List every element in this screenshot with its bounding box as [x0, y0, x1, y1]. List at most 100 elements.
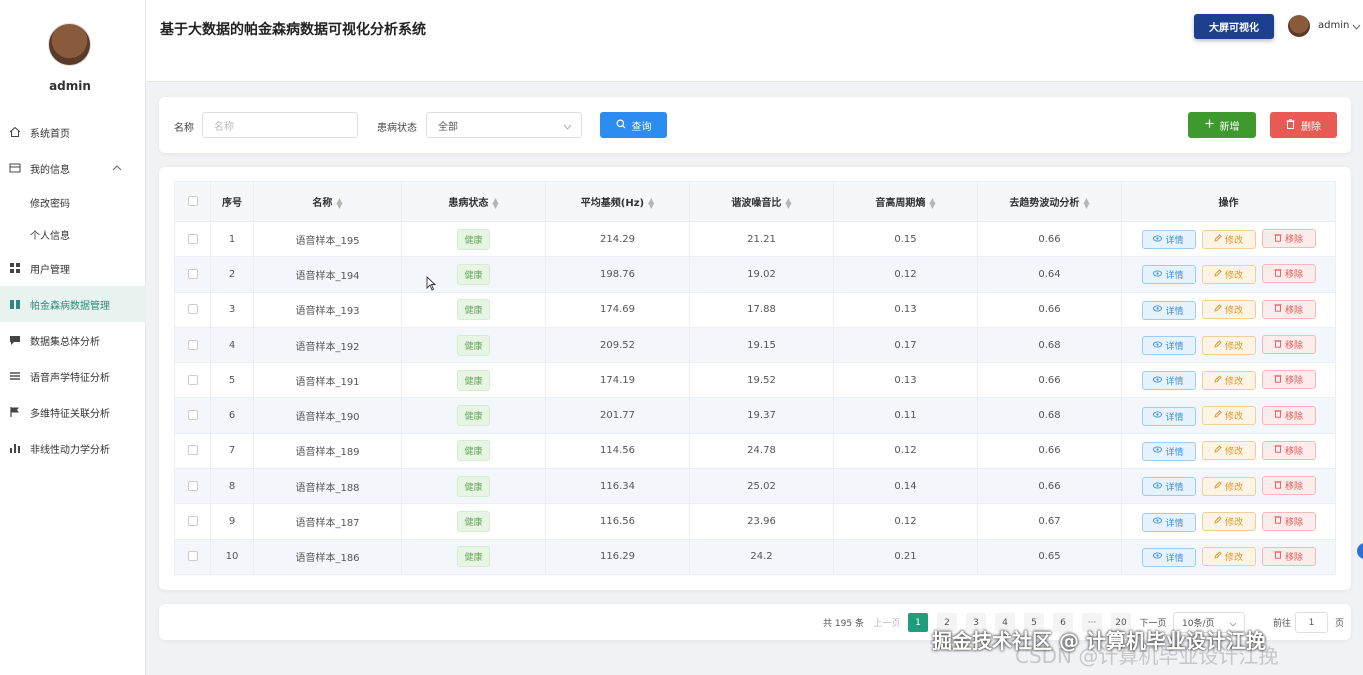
- sort-icon[interactable]: ▲ ▼: [929, 197, 935, 210]
- detail-button[interactable]: 详情: [1141, 477, 1196, 497]
- sidebar-item-change-password[interactable]: 修改密码: [0, 186, 146, 218]
- detail-label: 详情: [1165, 377, 1184, 388]
- cell-name: 语音样本_187: [253, 503, 402, 540]
- remove-button[interactable]: 移除: [1261, 405, 1316, 425]
- col-header-f0[interactable]: 平均基频(Hz) ▲ ▼: [545, 181, 690, 222]
- table-row[interactable]: 7 语音样本_189 健康 114.56 24.78 0.12 0.66 详情 修改 移除: [174, 432, 1336, 470]
- sidebar-item-nonlinear-analysis[interactable]: 非线性动力学分析: [0, 430, 146, 466]
- cell-status: 健康: [401, 397, 546, 434]
- sidebar-item-dataset-analysis[interactable]: 数据集总体分析: [0, 322, 146, 358]
- sidebar-item-personal-info[interactable]: 个人信息: [0, 218, 146, 250]
- header-avatar[interactable]: [1288, 15, 1310, 37]
- prev-page-button[interactable]: 上一页: [872, 613, 902, 632]
- table-row[interactable]: 8 语音样本_188 健康 116.34 25.02 0.14 0.66 详情 修改 移除: [174, 468, 1336, 505]
- row-checkbox[interactable]: [187, 410, 198, 421]
- status-select[interactable]: 全部: [426, 112, 582, 138]
- col-header-dfa[interactable]: 去趋势波动分析 ▲ ▼: [977, 181, 1122, 222]
- row-checkbox[interactable]: [187, 516, 198, 527]
- table-row[interactable]: 2 语音样本_194 健康 198.76 19.02 0.12 0.64 详情 修改 移除: [174, 256, 1336, 293]
- cell-ppe: 0.13: [833, 362, 978, 399]
- sidebar-item-correlation-analysis[interactable]: 多维特征关联分析: [0, 394, 146, 430]
- eye-icon: [1153, 305, 1163, 315]
- detail-button[interactable]: 详情: [1141, 406, 1196, 426]
- edit-button[interactable]: 修改: [1201, 264, 1256, 284]
- sidebar-item-parkinson-data[interactable]: 帕金森病数据管理: [0, 286, 146, 322]
- detail-button[interactable]: 详情: [1141, 441, 1196, 461]
- cell-actions: 详情 修改 移除: [1121, 362, 1336, 399]
- chevron-up-icon: [112, 163, 122, 174]
- add-button[interactable]: 新增: [1188, 112, 1256, 138]
- row-checkbox[interactable]: [187, 304, 198, 315]
- edit-button[interactable]: 修改: [1201, 547, 1256, 567]
- row-checkbox[interactable]: [187, 480, 198, 491]
- page-button[interactable]: 1: [908, 613, 928, 632]
- remove-button[interactable]: 移除: [1261, 370, 1316, 390]
- edit-button[interactable]: 修改: [1201, 441, 1256, 461]
- table-row[interactable]: 1 语音样本_195 健康 214.29 21.21 0.15 0.66 详情 修改 移除: [174, 220, 1336, 258]
- edit-button[interactable]: 修改: [1201, 300, 1256, 320]
- sidebar-item-acoustic-analysis[interactable]: 语音声学特征分析: [0, 358, 146, 394]
- sort-icon[interactable]: ▲ ▼: [492, 197, 498, 210]
- row-checkbox[interactable]: [187, 551, 198, 562]
- detail-button[interactable]: 详情: [1141, 230, 1196, 250]
- sort-icon[interactable]: ▲ ▼: [785, 197, 791, 210]
- edit-button[interactable]: 修改: [1201, 229, 1256, 249]
- detail-button[interactable]: 详情: [1141, 371, 1196, 391]
- remove-button[interactable]: 移除: [1261, 264, 1316, 284]
- row-checkbox[interactable]: [187, 233, 198, 244]
- table-row[interactable]: 3 语音样本_193 健康 174.69 17.88 0.13 0.66 详情 修改 移除: [174, 291, 1336, 328]
- detail-button[interactable]: 详情: [1141, 265, 1196, 285]
- edit-button[interactable]: 修改: [1201, 335, 1256, 355]
- col-header-status[interactable]: 患病状态 ▲ ▼: [401, 181, 546, 222]
- edit-button[interactable]: 修改: [1201, 370, 1256, 390]
- remove-button[interactable]: 移除: [1261, 335, 1316, 355]
- remove-button[interactable]: 移除: [1261, 229, 1316, 249]
- remove-button[interactable]: 移除: [1261, 511, 1316, 531]
- edit-button[interactable]: 修改: [1201, 406, 1256, 426]
- chevron-down-icon[interactable]: [1352, 20, 1361, 33]
- floating-toggle[interactable]: [1357, 543, 1363, 559]
- col-header-hnr[interactable]: 谐波噪音比 ▲ ▼: [689, 181, 834, 222]
- table-row[interactable]: 5 语音样本_191 健康 174.19 19.52 0.13 0.66 详情 修改 移除: [174, 362, 1336, 399]
- table-row[interactable]: 9 语音样本_187 健康 116.56 23.96 0.12 0.67 详情 修改 移除: [174, 503, 1336, 540]
- table-row[interactable]: 6 语音样本_190 健康 201.77 19.37 0.11 0.68 详情 修改 移除: [174, 397, 1336, 434]
- detail-button[interactable]: 详情: [1141, 300, 1196, 320]
- goto-page-input[interactable]: 1: [1295, 612, 1328, 633]
- sort-icon[interactable]: ▲ ▼: [336, 197, 342, 210]
- edit-button[interactable]: 修改: [1201, 476, 1256, 496]
- row-checkbox[interactable]: [187, 445, 198, 456]
- remove-button[interactable]: 移除: [1261, 440, 1316, 460]
- dashboard-button[interactable]: 大屏可视化: [1194, 14, 1274, 39]
- status-badge: 健康: [457, 405, 490, 427]
- cell-f0: 201.77: [545, 397, 690, 434]
- sort-icon[interactable]: ▲ ▼: [1083, 197, 1089, 210]
- edit-button[interactable]: 修改: [1201, 512, 1256, 532]
- detail-button[interactable]: 详情: [1141, 336, 1196, 356]
- delete-button[interactable]: 删除: [1270, 112, 1337, 138]
- sort-icon[interactable]: ▲ ▼: [648, 197, 654, 210]
- table-row[interactable]: 10 语音样本_186 健康 116.29 24.2 0.21 0.65 详情 修改 移除: [174, 538, 1336, 575]
- col-header-name[interactable]: 名称 ▲ ▼: [253, 181, 402, 222]
- sidebar-item-home[interactable]: 系统首页: [0, 114, 146, 150]
- user-avatar[interactable]: [48, 23, 91, 66]
- remove-button[interactable]: 移除: [1261, 299, 1316, 319]
- name-search-input[interactable]: 名称: [202, 112, 358, 138]
- col-header-ppe[interactable]: 音高周期熵 ▲ ▼: [833, 181, 978, 222]
- table-row[interactable]: 4 语音样本_192 健康 209.52 19.15 0.17 0.68 详情 修改 移除: [174, 326, 1336, 364]
- remove-button[interactable]: 移除: [1261, 476, 1316, 496]
- remove-button[interactable]: 移除: [1261, 546, 1316, 566]
- edit-label: 修改: [1224, 376, 1243, 387]
- sidebar-item-my-info[interactable]: 我的信息: [0, 150, 146, 186]
- detail-button[interactable]: 详情: [1141, 512, 1196, 532]
- book-icon: [8, 297, 22, 311]
- header-username[interactable]: admin: [1318, 20, 1349, 31]
- detail-button[interactable]: 详情: [1141, 547, 1196, 567]
- select-all-checkbox[interactable]: [187, 196, 198, 206]
- row-checkbox[interactable]: [187, 268, 198, 279]
- eye-icon: [1153, 446, 1163, 456]
- cell-status: 健康: [401, 362, 546, 399]
- query-button[interactable]: 查询: [600, 112, 667, 138]
- row-checkbox[interactable]: [187, 374, 198, 385]
- sidebar-item-user-management[interactable]: 用户管理: [0, 250, 146, 286]
- row-checkbox[interactable]: [187, 339, 198, 350]
